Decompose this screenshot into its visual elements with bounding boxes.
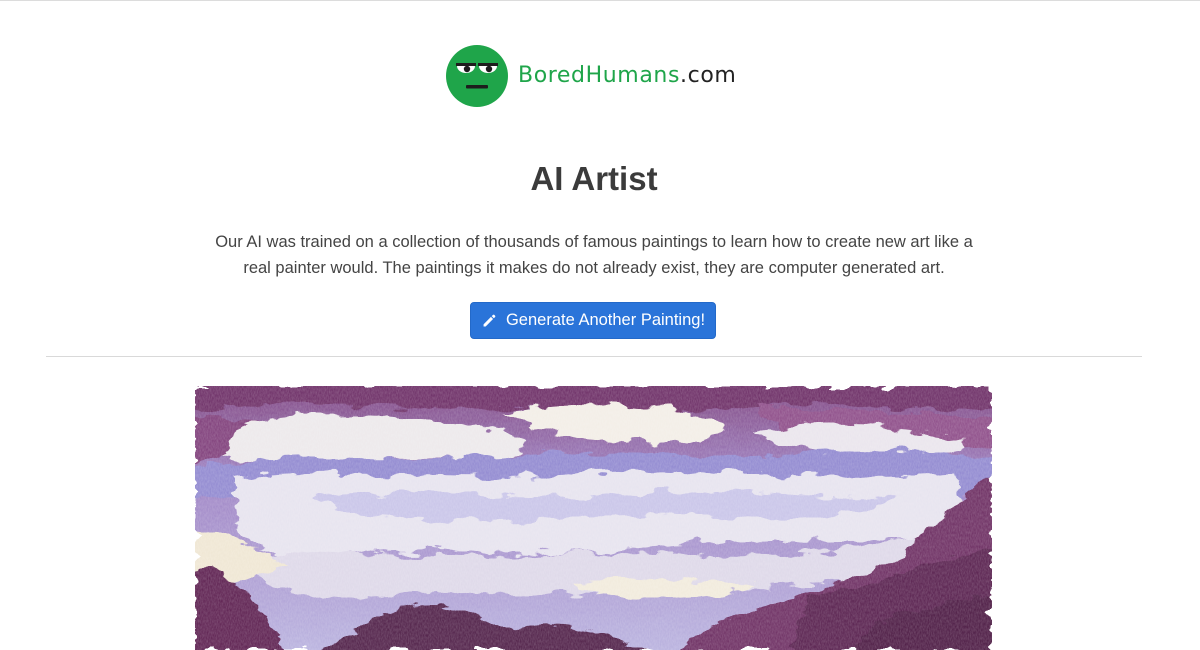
- logo-tld-text: .com: [680, 63, 737, 88]
- bored-face-icon: [446, 45, 508, 107]
- page: BoredHumans.com AI Artist Our AI was tra…: [0, 0, 1200, 650]
- logo-brand-text: BoredHumans: [518, 63, 681, 88]
- page-title: AI Artist: [530, 160, 658, 197]
- site-logo[interactable]: BoredHumans.com: [445, 43, 736, 109]
- pencil-icon: [483, 314, 496, 327]
- page-description: Our AI was trained on a collection of th…: [215, 233, 973, 277]
- generated-painting: [195, 386, 992, 650]
- generate-painting-button[interactable]: Generate Another Painting!: [470, 302, 716, 339]
- section-divider: [46, 356, 1142, 357]
- generate-button-label: Generate Another Painting!: [505, 311, 706, 329]
- logo-wordmark: BoredHumans.com: [518, 65, 736, 87]
